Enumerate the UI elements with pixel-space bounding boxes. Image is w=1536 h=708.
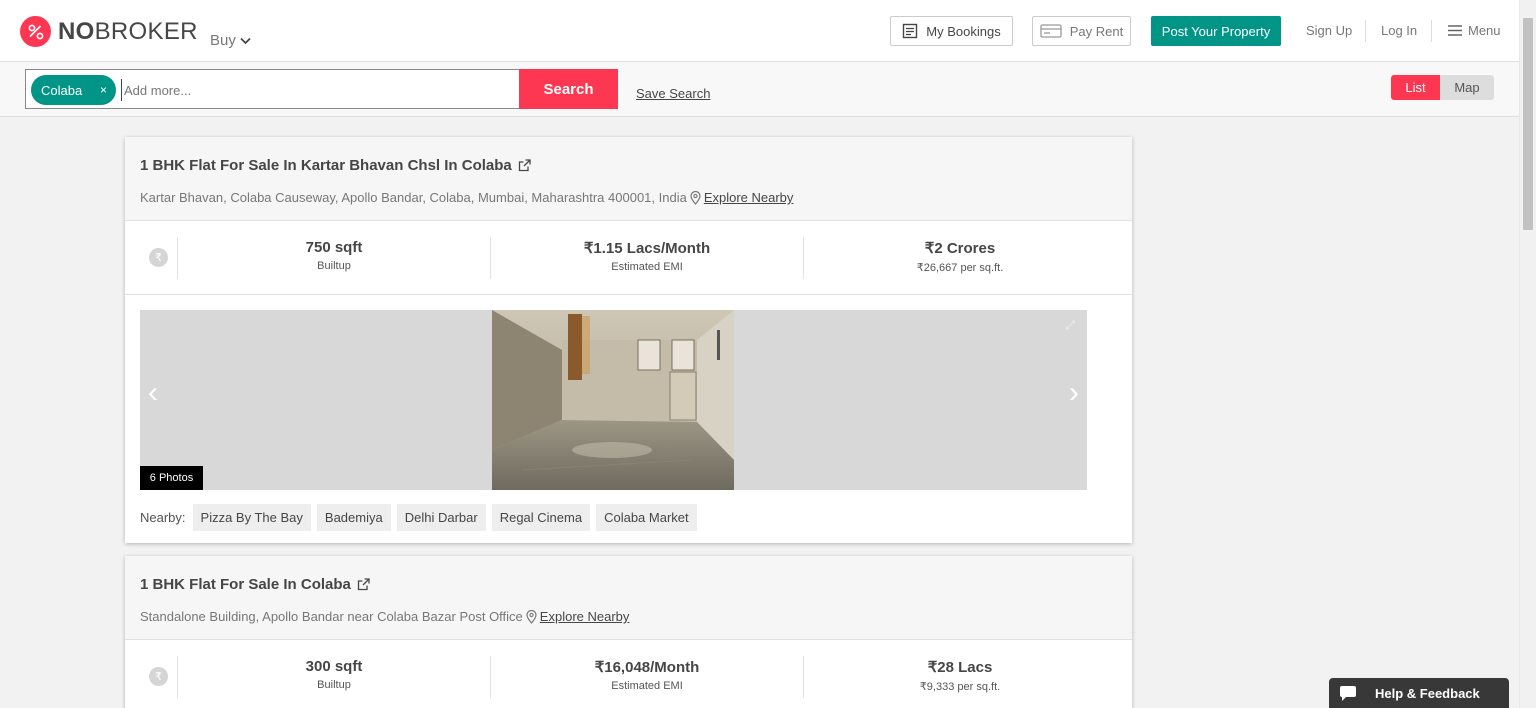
logo-wordmark: NOBROKER: [58, 17, 198, 45]
rupee-icon: ₹: [149, 248, 168, 267]
location-pin-icon: [526, 609, 537, 624]
property-address: Standalone Building, Apollo Bandar near …: [140, 609, 629, 624]
pay-rent-button[interactable]: Pay Rent: [1032, 16, 1131, 46]
area-label: Builtup: [317, 679, 351, 691]
my-bookings-label: My Bookings: [926, 23, 1001, 39]
emi-stat: ₹16,048/Month Estimated EMI: [491, 658, 803, 692]
close-icon[interactable]: ×: [100, 83, 107, 97]
help-feedback-label: Help & Feedback: [1375, 685, 1480, 701]
sign-up-link[interactable]: Sign Up: [1306, 23, 1352, 38]
locality-chip[interactable]: Colaba ×: [31, 75, 116, 105]
property-title[interactable]: 1 BHK Flat For Sale In Kartar Bhavan Chs…: [140, 157, 531, 174]
property-address: Kartar Bhavan, Colaba Causeway, Apollo B…: [140, 190, 793, 205]
photo-gallery[interactable]: ‹ › ⤢ 6 Photos: [140, 310, 1087, 490]
nearby-tag[interactable]: Bademiya: [316, 504, 391, 531]
nearby-label: Nearby:: [140, 510, 186, 525]
property-title-text: 1 BHK Flat For Sale In Kartar Bhavan Chs…: [140, 157, 512, 174]
buy-dropdown[interactable]: Buy: [210, 32, 251, 49]
explore-nearby-link[interactable]: Explore Nearby: [540, 609, 630, 624]
logo-icon: [20, 16, 51, 47]
nearby-tag[interactable]: Delhi Darbar: [396, 504, 486, 531]
external-link-icon[interactable]: [518, 159, 531, 172]
my-bookings-button[interactable]: My Bookings: [890, 16, 1013, 46]
buy-label: Buy: [210, 32, 236, 49]
price-value: ₹28 Lacs: [927, 659, 993, 676]
map-view-button[interactable]: Map: [1440, 75, 1494, 100]
hamburger-icon: [1448, 25, 1462, 36]
property-photo[interactable]: [492, 310, 734, 490]
emi-stat: ₹1.15 Lacs/Month Estimated EMI: [491, 239, 803, 273]
search-box: Colaba ×: [25, 69, 520, 109]
chat-bubble-icon: [1340, 685, 1356, 701]
emi-value: ₹16,048/Month: [594, 659, 700, 676]
credit-card-icon: [1040, 24, 1062, 38]
property-address-text: Kartar Bhavan, Colaba Causeway, Apollo B…: [140, 190, 687, 205]
pay-rent-label: Pay Rent: [1069, 23, 1124, 39]
nav-divider: [1431, 20, 1432, 42]
page-scrollbar[interactable]: [1519, 0, 1536, 708]
top-navbar: NOBROKER Buy My Bookings Pay Rent Post Y…: [0, 0, 1519, 62]
price-per-sqft: ₹26,667 per sq.ft.: [916, 262, 1004, 274]
property-card-header: 1 BHK Flat For Sale In Kartar Bhavan Chs…: [125, 137, 1132, 221]
view-toggle: List Map: [1391, 75, 1494, 100]
emi-label: Estimated EMI: [611, 680, 683, 692]
area-stat: 300 sqft Builtup: [178, 658, 490, 691]
menu-label: Menu: [1468, 23, 1501, 38]
price-stat: ₹28 Lacs ₹9,333 per sq.ft.: [804, 658, 1116, 693]
locality-chip-label: Colaba: [41, 82, 83, 98]
chevron-right-icon[interactable]: ›: [1069, 376, 1079, 410]
emi-value: ₹1.15 Lacs/Month: [583, 240, 711, 257]
price-per-sqft: ₹9,333 per sq.ft.: [919, 681, 1001, 693]
property-stats: ₹ 300 sqft Builtup ₹16,048/Month Estimat…: [125, 640, 1132, 708]
post-your-property-button[interactable]: Post Your Property: [1151, 16, 1281, 46]
price-value: ₹2 Crores: [924, 240, 996, 257]
nearby-tag[interactable]: Regal Cinema: [491, 504, 591, 531]
search-bar-row: Colaba × Search Save Search List Map: [0, 62, 1519, 117]
explore-nearby-link[interactable]: Explore Nearby: [704, 190, 794, 205]
external-link-icon[interactable]: [357, 578, 370, 591]
list-view-button[interactable]: List: [1391, 75, 1440, 100]
emi-label: Estimated EMI: [611, 261, 683, 273]
location-pin-icon: [690, 190, 701, 205]
property-title-text: 1 BHK Flat For Sale In Colaba: [140, 576, 351, 593]
expand-icon[interactable]: ⤢: [1065, 318, 1075, 333]
property-card-header: 1 BHK Flat For Sale In Colaba Standalone…: [125, 556, 1132, 640]
property-stats: ₹ 750 sqft Builtup ₹1.15 Lacs/Month Esti…: [125, 221, 1132, 295]
search-button[interactable]: Search: [519, 69, 618, 109]
chevron-left-icon[interactable]: ‹: [148, 376, 158, 410]
price-stat: ₹2 Crores ₹26,667 per sq.ft.: [804, 239, 1116, 274]
log-in-link[interactable]: Log In: [1381, 23, 1417, 38]
nav-divider: [1365, 20, 1366, 42]
property-title[interactable]: 1 BHK Flat For Sale In Colaba: [140, 576, 370, 593]
nearby-tag[interactable]: Colaba Market: [596, 504, 697, 531]
save-search-link[interactable]: Save Search: [636, 86, 710, 101]
menu-button[interactable]: Menu: [1448, 23, 1501, 38]
nearby-places: Nearby: Pizza By The Bay Bademiya Delhi …: [140, 504, 697, 531]
bookings-icon: [903, 23, 918, 39]
help-feedback-button[interactable]: Help & Feedback: [1329, 678, 1509, 708]
property-address-text: Standalone Building, Apollo Bandar near …: [140, 609, 523, 624]
nearby-tag[interactable]: Pizza By The Bay: [192, 504, 311, 531]
property-card[interactable]: 1 BHK Flat For Sale In Colaba Standalone…: [125, 556, 1132, 708]
rupee-icon: ₹: [149, 667, 168, 686]
photo-count-badge: 6 Photos: [140, 466, 203, 490]
scrollbar-thumb[interactable]: [1523, 18, 1533, 230]
property-card[interactable]: 1 BHK Flat For Sale In Kartar Bhavan Chs…: [125, 137, 1132, 543]
area-stat: 750 sqft Builtup: [178, 239, 490, 272]
area-value: 750 sqft: [305, 239, 363, 256]
area-value: 300 sqft: [305, 658, 363, 675]
search-input[interactable]: [121, 79, 511, 101]
area-label: Builtup: [317, 260, 351, 272]
nobroker-logo[interactable]: NOBROKER: [20, 16, 198, 47]
chevron-down-icon: [240, 37, 251, 44]
